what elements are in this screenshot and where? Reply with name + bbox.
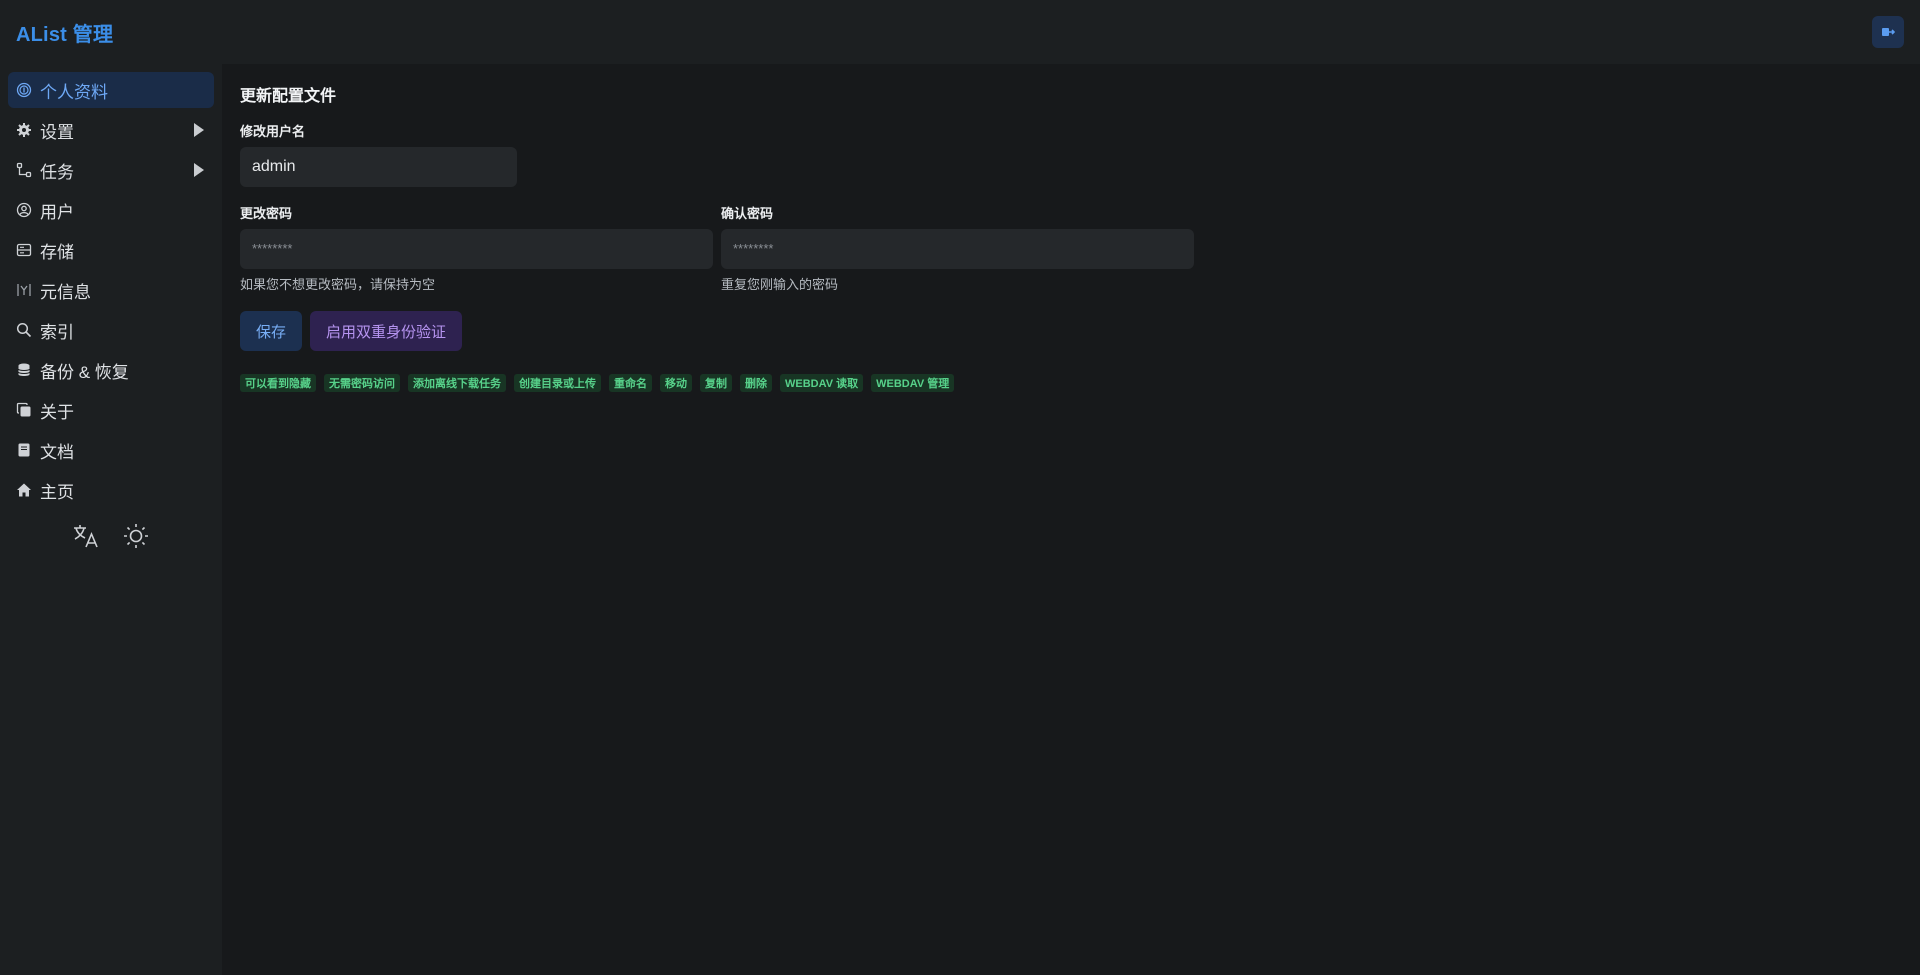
permission-badge: 无需密码访问 [324, 374, 400, 392]
permission-badge: 重命名 [609, 374, 652, 392]
sidebar-item-metadata[interactable]: 元信息 [8, 272, 214, 308]
password-label: 更改密码 [240, 206, 293, 221]
sidebar-item-profile[interactable]: 个人资料 [8, 72, 214, 108]
language-switch-button[interactable] [72, 522, 100, 550]
sidebar-item-tasks[interactable]: 任务 [8, 152, 214, 188]
sidebar-item-label: 主页 [40, 482, 74, 502]
main-content: 更新配置文件 修改用户名 更改密码 如果您不想更改密码，请保持为空 确认密码 重… [240, 64, 1900, 392]
password-row: 更改密码 如果您不想更改密码，请保持为空 确认密码 重复您刚输入的密码 [240, 203, 1900, 293]
username-group: 修改用户名 [240, 121, 1900, 187]
confirm-password-label: 确认密码 [721, 206, 774, 221]
permission-badge: 删除 [740, 374, 772, 392]
translate-icon [74, 525, 98, 548]
save-button[interactable]: 保存 [240, 311, 303, 351]
confirm-password-input[interactable] [721, 229, 1194, 269]
enable-2fa-button[interactable]: 启用双重身份验证 [310, 311, 463, 351]
sidebar-item-home[interactable]: 主页 [8, 472, 214, 508]
sidebar-item-backup-restore[interactable]: 备份 & 恢复 [8, 352, 214, 388]
sidebar-item-index[interactable]: 索引 [8, 312, 214, 348]
sidebar-item-about[interactable]: 关于 [8, 392, 214, 428]
sidebar-item-label: 任务 [40, 162, 74, 182]
app-title[interactable]: AList 管理 [16, 18, 113, 47]
permission-badge: 可以看到隐藏 [240, 374, 316, 392]
username-input[interactable] [240, 147, 517, 187]
theme-toggle-button[interactable] [122, 522, 150, 550]
sidebar-item-label: 备份 & 恢复 [40, 362, 129, 382]
password-helper-text: 如果您不想更改密码，请保持为空 [240, 277, 436, 292]
password-input[interactable] [240, 229, 713, 269]
page-title: 更新配置文件 [240, 88, 337, 105]
sidebar-item-settings[interactable]: 设置 [8, 112, 214, 148]
sidebar-item-storage[interactable]: 存储 [8, 232, 214, 268]
logout-icon [1882, 28, 1895, 36]
top-header: AList 管理 [0, 0, 1920, 64]
expand-arrow-icon[interactable] [194, 123, 204, 137]
search-icon [16, 322, 32, 338]
password-group: 更改密码 如果您不想更改密码，请保持为空 [240, 203, 713, 293]
sidebar-tools [8, 522, 214, 550]
sidebar-item-label: 设置 [40, 122, 74, 142]
sidebar-item-label: 索引 [40, 322, 74, 342]
logout-button[interactable] [1872, 16, 1904, 48]
workflow-icon [16, 162, 32, 178]
permission-badge: 添加离线下载任务 [408, 374, 506, 392]
permission-badge: 复制 [700, 374, 732, 392]
sidebar-item-docs[interactable]: 文档 [8, 432, 214, 468]
permission-badge: WEBDAV 管理 [871, 374, 955, 392]
username-label: 修改用户名 [240, 124, 306, 139]
permission-badges: 可以看到隐藏 无需密码访问 添加离线下载任务 创建目录或上传 重命名 移动 复制… [240, 374, 1900, 392]
user-circle-icon [16, 202, 32, 218]
sidebar-item-label: 关于 [40, 402, 74, 422]
fingerprint-icon [16, 82, 32, 98]
gear-icon [16, 122, 32, 138]
sidebar-item-label: 文档 [40, 442, 74, 462]
action-buttons: 保存 启用双重身份验证 [240, 311, 1900, 351]
copy-icon [16, 402, 32, 418]
permission-badge: 创建目录或上传 [514, 374, 601, 392]
database-icon [16, 362, 32, 378]
storage-icon [16, 242, 32, 258]
sun-icon [124, 524, 148, 548]
sidebar: 个人资料 设置 任务 用户 存储 元信息 索引 备份 & 恢复 关于 文档 主页 [0, 64, 222, 975]
sidebar-item-label: 元信息 [40, 282, 91, 302]
permission-badge: 移动 [660, 374, 692, 392]
book-icon [16, 442, 32, 458]
permission-badge: WEBDAV 读取 [780, 374, 864, 392]
metadata-icon [16, 282, 32, 298]
confirm-password-group: 确认密码 重复您刚输入的密码 [721, 203, 1194, 293]
home-icon [16, 482, 32, 498]
confirm-password-helper-text: 重复您刚输入的密码 [721, 277, 839, 292]
sidebar-item-label: 存储 [40, 242, 74, 262]
sidebar-item-users[interactable]: 用户 [8, 192, 214, 228]
expand-arrow-icon[interactable] [194, 163, 204, 177]
sidebar-item-label: 用户 [40, 202, 74, 222]
sidebar-item-label: 个人资料 [40, 82, 108, 102]
